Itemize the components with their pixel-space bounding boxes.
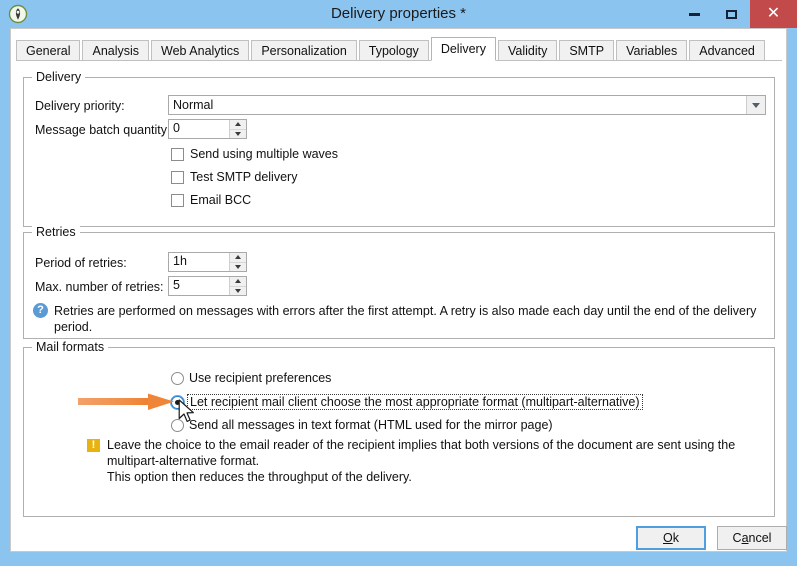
cancel-pre: C [732,531,742,545]
message-batch-quantity-label: Message batch quantity: [35,123,171,137]
tab-general[interactable]: General [16,40,81,61]
mail-formats-group-title: Mail formats [32,340,109,354]
delivery-priority-select[interactable]: Normal [168,95,766,115]
maximize-icon [726,9,737,19]
cancel-button[interactable]: Cancel [717,526,787,550]
tab-personalization[interactable]: Personalization [251,40,357,61]
delivery-group-title: Delivery [32,70,86,84]
radio-use-recipient-preferences[interactable]: Use recipient preferences [171,371,331,385]
message-batch-quantity-stepper[interactable]: 0 [168,119,247,139]
mail-formats-group: Mail formats [23,340,775,517]
tab-analysis[interactable]: Analysis [82,40,150,61]
tab-typology[interactable]: Typology [358,40,429,61]
tab-web-analytics[interactable]: Web Analytics [151,40,250,61]
period-of-retries-value: 1h [173,254,187,268]
ok-button[interactable]: Ok [636,526,706,550]
dialog-client-area: General Analysis Web Analytics Personali… [10,28,787,552]
mail-formats-warning-text: Leave the choice to the email reader of … [107,437,735,485]
warning-line-2: multipart-alternative format. [107,454,260,468]
max-number-of-retries-stepper[interactable]: 5 [168,276,247,296]
maximize-button[interactable] [713,0,750,28]
minimize-icon [689,12,700,16]
checkbox-label: Send using multiple waves [190,147,338,161]
stepper-up-icon[interactable] [230,253,246,262]
close-button[interactable]: ✕ [750,0,797,28]
radio-label: Use recipient preferences [189,371,332,385]
tab-variables[interactable]: Variables [616,40,688,61]
stepper-up-icon[interactable] [230,277,246,286]
stepper-down-icon[interactable] [230,285,246,295]
tab-smtp[interactable]: SMTP [559,40,615,61]
title-bar: Delivery properties * ✕ [0,0,797,28]
stepper-up-icon[interactable] [230,120,246,129]
checkbox-label: Email BCC [190,193,252,207]
max-number-of-retries-value: 5 [173,278,180,292]
stepper-down-icon[interactable] [230,261,246,271]
ok-accel: O [663,531,673,545]
checkbox-test-smtp-delivery[interactable]: Test SMTP delivery [171,170,297,184]
radio-button[interactable] [171,395,184,409]
cancel-accel: a [741,531,749,545]
retries-info-text: Retries are performed on messages with e… [54,304,757,334]
delivery-priority-label: Delivery priority: [35,99,125,113]
minimize-button[interactable] [676,0,713,28]
cancel-rest: ncel [748,531,772,545]
stepper-buttons[interactable] [229,277,246,295]
checkbox-email-bcc[interactable]: Email BCC [171,193,251,207]
cancel-button-label: Cancel [733,531,772,545]
max-number-of-retries-label: Max. number of retries: [35,280,164,294]
stepper-buttons[interactable] [229,253,246,271]
close-icon: ✕ [766,5,781,22]
question-icon: ? [33,303,48,318]
checkbox-box[interactable] [171,147,184,161]
stepper-down-icon[interactable] [230,128,246,138]
warning-icon: ! [87,439,100,452]
tab-advanced[interactable]: Advanced [689,40,765,61]
radio-text-format[interactable]: Send all messages in text format (HTML u… [171,418,553,432]
message-batch-quantity-value: 0 [173,121,180,135]
dialog-window: Delivery properties * ✕ General Analysis… [0,0,797,566]
window-controls: ✕ [676,0,797,28]
tab-validity[interactable]: Validity [497,40,558,61]
retries-group-title: Retries [32,225,80,239]
mail-formats-warning-row: ! Leave the choice to the email reader o… [87,437,777,485]
radio-label: Send all messages in text format (HTML u… [189,418,553,432]
radio-button[interactable] [171,371,184,385]
checkbox-label: Test SMTP delivery [190,170,298,184]
radio-multipart-alternative[interactable]: Let recipient mail client choose the mos… [171,394,643,410]
checkbox-box[interactable] [171,193,184,207]
delivery-priority-value: Normal [173,98,214,112]
chevron-down-icon[interactable] [746,96,765,114]
tab-underline [16,60,782,61]
checkbox-send-using-multiple-waves[interactable]: Send using multiple waves [171,147,338,161]
period-of-retries-stepper[interactable]: 1h [168,252,247,272]
radio-button[interactable] [171,418,184,432]
retries-info-row: ? Retries are performed on messages with… [33,303,773,335]
ok-button-label: Ok [663,531,679,545]
radio-label: Let recipient mail client choose the mos… [187,394,643,410]
tab-delivery[interactable]: Delivery [430,37,496,61]
checkbox-box[interactable] [171,170,184,184]
warning-line-1: Leave the choice to the email reader of … [107,438,736,452]
warning-line-3: This option then reduces the throughput … [107,470,412,484]
ok-rest: k [672,531,679,545]
stepper-buttons[interactable] [229,120,246,138]
tab-strip: General Analysis Web Analytics Personali… [16,37,767,61]
period-of-retries-label: Period of retries: [35,256,127,270]
